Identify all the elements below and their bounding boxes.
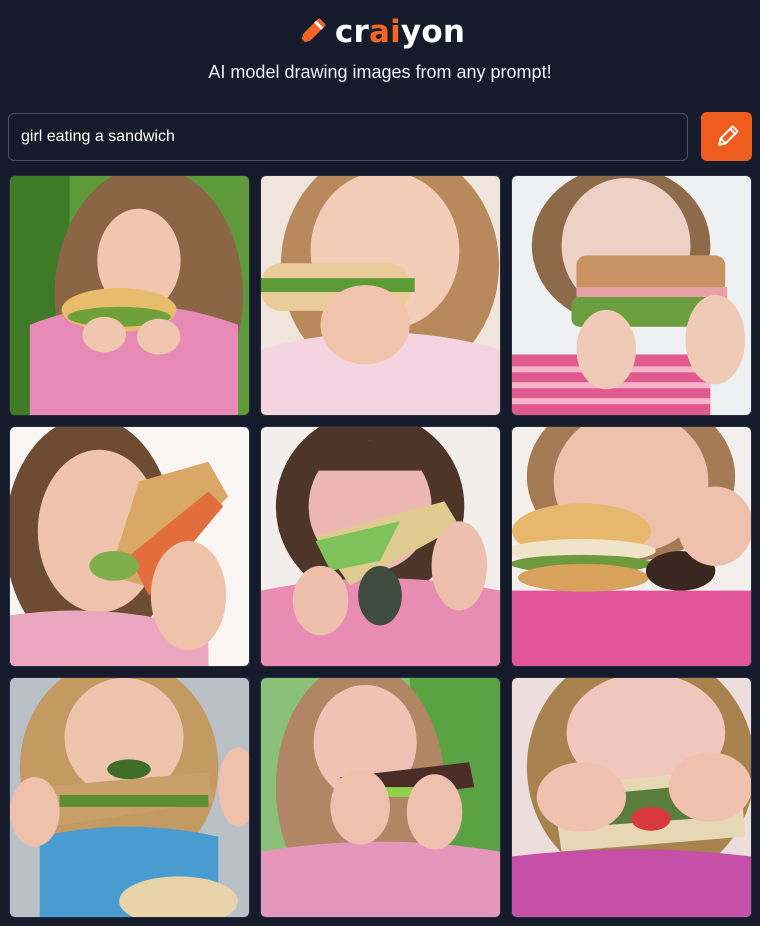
result-image-1[interactable]: [9, 175, 250, 416]
logo-text-part-1: cr: [334, 14, 369, 50]
craiyon-page: craiyon AI model drawing images from any…: [0, 0, 760, 926]
tagline: AI model drawing images from any prompt!: [208, 62, 552, 82]
result-image-4[interactable]: [9, 426, 250, 667]
logo-text-part-3: yon: [400, 14, 466, 50]
prompt-input[interactable]: [8, 113, 688, 161]
result-image-9[interactable]: [511, 677, 752, 918]
result-image-3[interactable]: [511, 175, 752, 416]
logo[interactable]: craiyon: [0, 10, 760, 54]
pencil-icon: [717, 125, 738, 146]
results-grid: [9, 175, 752, 918]
draw-button[interactable]: [701, 112, 752, 161]
result-image-7[interactable]: [9, 677, 250, 918]
crayon-logo-icon: [300, 18, 326, 44]
result-image-8[interactable]: [260, 677, 501, 918]
result-image-6[interactable]: [511, 426, 752, 667]
result-image-2[interactable]: [260, 175, 501, 416]
logo-text-part-2: ai: [368, 14, 401, 50]
result-image-5[interactable]: [260, 426, 501, 667]
logo-text: craiyon: [335, 14, 465, 50]
